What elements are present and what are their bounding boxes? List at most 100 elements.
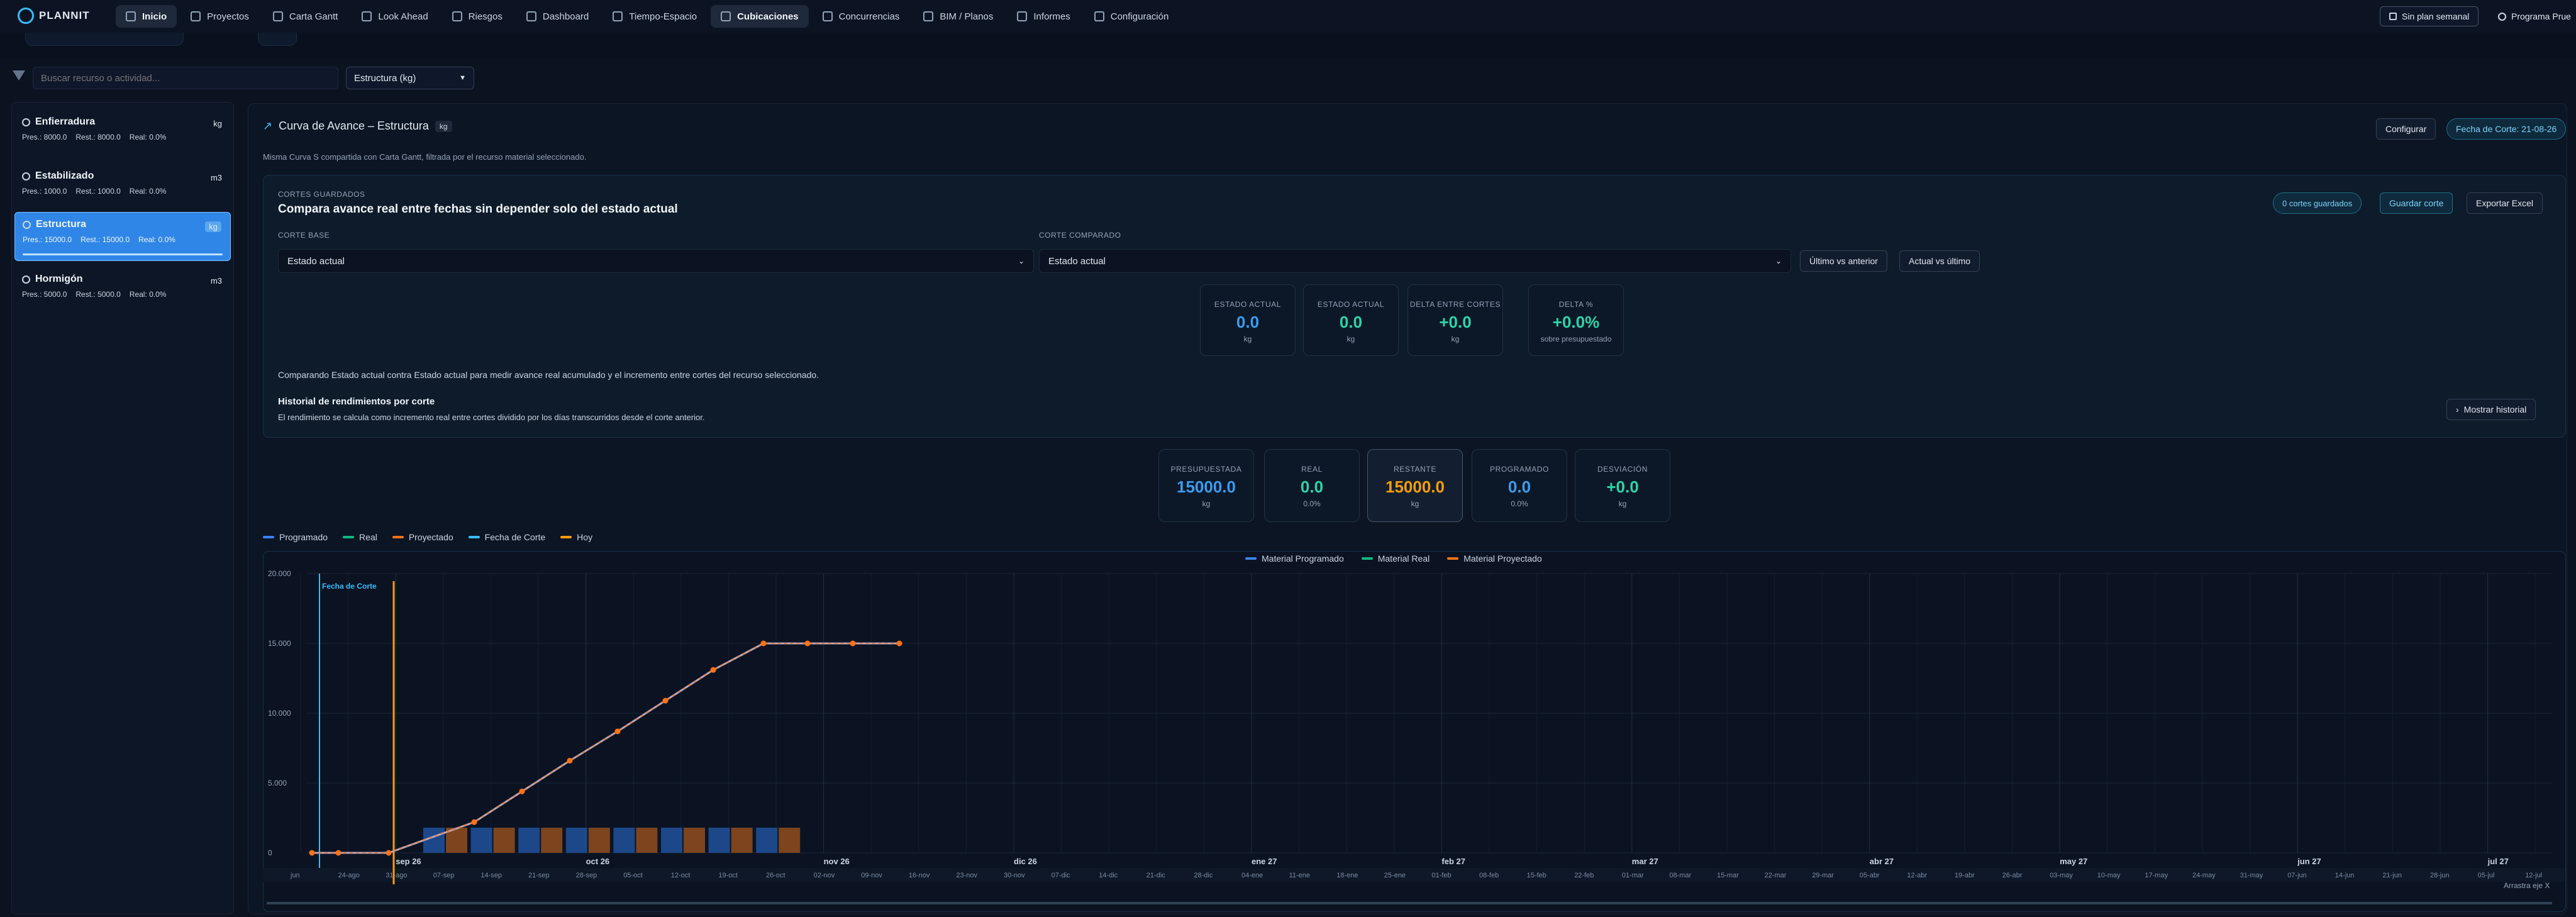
- nav-item-look-ahead[interactable]: Look Ahead: [352, 5, 438, 28]
- history-description: El rendimiento se calcula como increment…: [278, 413, 705, 422]
- data-point: [760, 640, 767, 647]
- weekly-plan-button[interactable]: Sin plan semanal: [2380, 6, 2479, 26]
- resource-item[interactable]: Enfierradura kg Pres.: 8000.0 Rest.: 8000.0…: [14, 110, 231, 159]
- metric-subtext: sobre presupuestado: [1540, 335, 1612, 343]
- nav-item-inicio[interactable]: Inicio: [116, 5, 177, 28]
- nav-item-configuraci-n[interactable]: Configuración: [1084, 5, 1179, 28]
- week-label: 25-ene: [1384, 872, 1406, 879]
- metric-subtext: kg: [1202, 499, 1211, 508]
- nav-item-concurrencias[interactable]: Concurrencias: [813, 5, 910, 28]
- month-label: sep 26: [396, 857, 421, 866]
- legend-swatch: [468, 536, 480, 538]
- nav-item-proyectos[interactable]: Proyectos: [180, 5, 259, 28]
- metric-card: Presupuestada 15000.0 kg: [1158, 449, 1254, 522]
- material-select[interactable]: Estructura (kg) ▼: [346, 67, 474, 89]
- app-logo[interactable]: PLANNIT: [18, 8, 90, 24]
- week-label: 02-nov: [814, 872, 835, 879]
- resource-item[interactable]: Estructura kg Pres.: 15000.0 Rest.: 15000.0…: [14, 212, 231, 261]
- resource-item[interactable]: Hormigón m3 Pres.: 5000.0 Rest.: 5000.0 Real…: [14, 267, 231, 316]
- sub-bar-tab[interactable]: [258, 33, 297, 46]
- program-selector[interactable]: Programa Prue: [2498, 6, 2571, 26]
- legend-swatch: [263, 536, 274, 538]
- saved-cuts-badge[interactable]: 0 cortes guardados: [2273, 192, 2362, 214]
- metric-subtext: kg: [1346, 335, 1355, 343]
- chevron-down-icon: ⌄: [1018, 257, 1024, 265]
- week-label: 28-jun: [2430, 872, 2450, 879]
- drag-hint: Arrastra eje X: [2504, 881, 2550, 890]
- bar-programado: [613, 828, 635, 853]
- metric-subtext: kg: [1451, 335, 1460, 343]
- resource-search-input[interactable]: [33, 67, 338, 89]
- compare-cut-value: Estado actual: [1048, 255, 1106, 267]
- resource-icon: [22, 172, 30, 181]
- metric-label: Estado actual: [1317, 300, 1385, 309]
- metric-value: 0.0: [1236, 313, 1260, 331]
- nav-item-carta-gantt[interactable]: Carta Gantt: [263, 5, 348, 28]
- resource-unit: m3: [210, 173, 222, 182]
- resource-stat: Rest.: 15000.0: [80, 235, 130, 244]
- cortes-title: Compara avance real entre fechas sin dep…: [278, 203, 678, 216]
- base-cut-label: Corte base: [278, 231, 330, 240]
- data-point: [309, 850, 315, 856]
- sub-bar-tab[interactable]: [25, 33, 184, 46]
- projected-curve-dash: [312, 643, 899, 853]
- saved-cuts-label: 0 cortes guardados: [2282, 198, 2353, 208]
- save-cut-button[interactable]: Guardar corte: [2380, 192, 2453, 214]
- y-tick-label: 5.000: [268, 779, 287, 787]
- legend-item: Fecha de Corte: [468, 532, 545, 542]
- cortes-caption: Cortes guardados: [278, 190, 365, 199]
- metric-value: +0.0: [1439, 313, 1472, 331]
- week-label: 01-mar: [1622, 872, 1644, 879]
- nav-item-riesgos[interactable]: Riesgos: [442, 5, 513, 28]
- metric-subtext: kg: [1243, 335, 1252, 343]
- resource-name-row: Hormigón: [22, 274, 223, 285]
- week-label: 01-feb: [1431, 872, 1451, 879]
- week-label: 28-sep: [576, 872, 597, 879]
- resource-stat: Pres.: 1000.0: [22, 187, 67, 196]
- week-label: 21-sep: [528, 872, 550, 879]
- metric-label: Programado: [1489, 465, 1549, 474]
- nav-item-bim-planos[interactable]: BIM / Planos: [913, 5, 1003, 28]
- curve-chart[interactable]: 20.000 15.000 10.000 5.000 0 sep 26 oct 26 nov …: [263, 551, 2565, 911]
- data-point: [567, 757, 573, 764]
- week-label: 12-oct: [671, 872, 691, 879]
- nav-item-informes[interactable]: Informes: [1007, 5, 1080, 28]
- week-label: 22-feb: [1574, 872, 1594, 879]
- folder-icon: [191, 11, 201, 21]
- configure-button[interactable]: Configurar: [2376, 118, 2436, 140]
- resource-stats: Pres.: 15000.0 Rest.: 15000.0 Real: 0.0%: [23, 235, 223, 244]
- nav-item-cubicaciones[interactable]: Cubicaciones: [711, 5, 809, 28]
- last-vs-previous-button[interactable]: Último vs anterior: [1800, 250, 1887, 272]
- current-vs-last-button[interactable]: Actual vs último: [1899, 250, 1980, 272]
- gantt-icon: [272, 11, 283, 21]
- week-label: 23-nov: [956, 872, 977, 879]
- week-label: 26-oct: [766, 872, 786, 879]
- base-cut-select[interactable]: Estado actual ⌄: [278, 249, 1034, 273]
- nav-item-label: Cubicaciones: [737, 11, 799, 22]
- cut-date-button[interactable]: Fecha de Corte: 21-08-26: [2446, 118, 2567, 140]
- week-label: 12-jul: [2525, 872, 2542, 879]
- bar-programado: [756, 828, 778, 853]
- resource-icon: [23, 220, 31, 229]
- month-label: oct 26: [586, 857, 610, 866]
- nav-item-tiempo-espacio[interactable]: Tiempo-Espacio: [602, 5, 707, 28]
- week-label: 18-ene: [1336, 872, 1358, 879]
- week-label: 12-abr: [1907, 872, 1927, 879]
- show-history-button[interactable]: › Mostrar historial: [2446, 399, 2536, 420]
- branch-icon: [822, 11, 833, 21]
- nav-item-label: Look Ahead: [378, 11, 428, 22]
- nav-item-dashboard[interactable]: Dashboard: [516, 5, 599, 28]
- data-point: [614, 728, 621, 735]
- export-excel-button[interactable]: Exportar Excel: [2467, 192, 2543, 214]
- resource-unit: m3: [210, 276, 222, 286]
- resource-item[interactable]: Estabilizado m3 Pres.: 1000.0 Rest.: 1000.0…: [14, 164, 231, 213]
- week-label: 05-jul: [2478, 872, 2495, 879]
- compare-cut-select[interactable]: Estado actual ⌄: [1039, 249, 1791, 273]
- filter-icon[interactable]: [13, 70, 25, 81]
- week-label: 05-oct: [623, 872, 643, 879]
- resource-stat: Real: 0.0%: [138, 235, 175, 244]
- week-label: 15-feb: [1527, 872, 1546, 879]
- metric-label: Delta %: [1558, 300, 1594, 309]
- week-label: 05-abr: [1860, 872, 1880, 879]
- week-label: 29-mar: [1812, 872, 1834, 879]
